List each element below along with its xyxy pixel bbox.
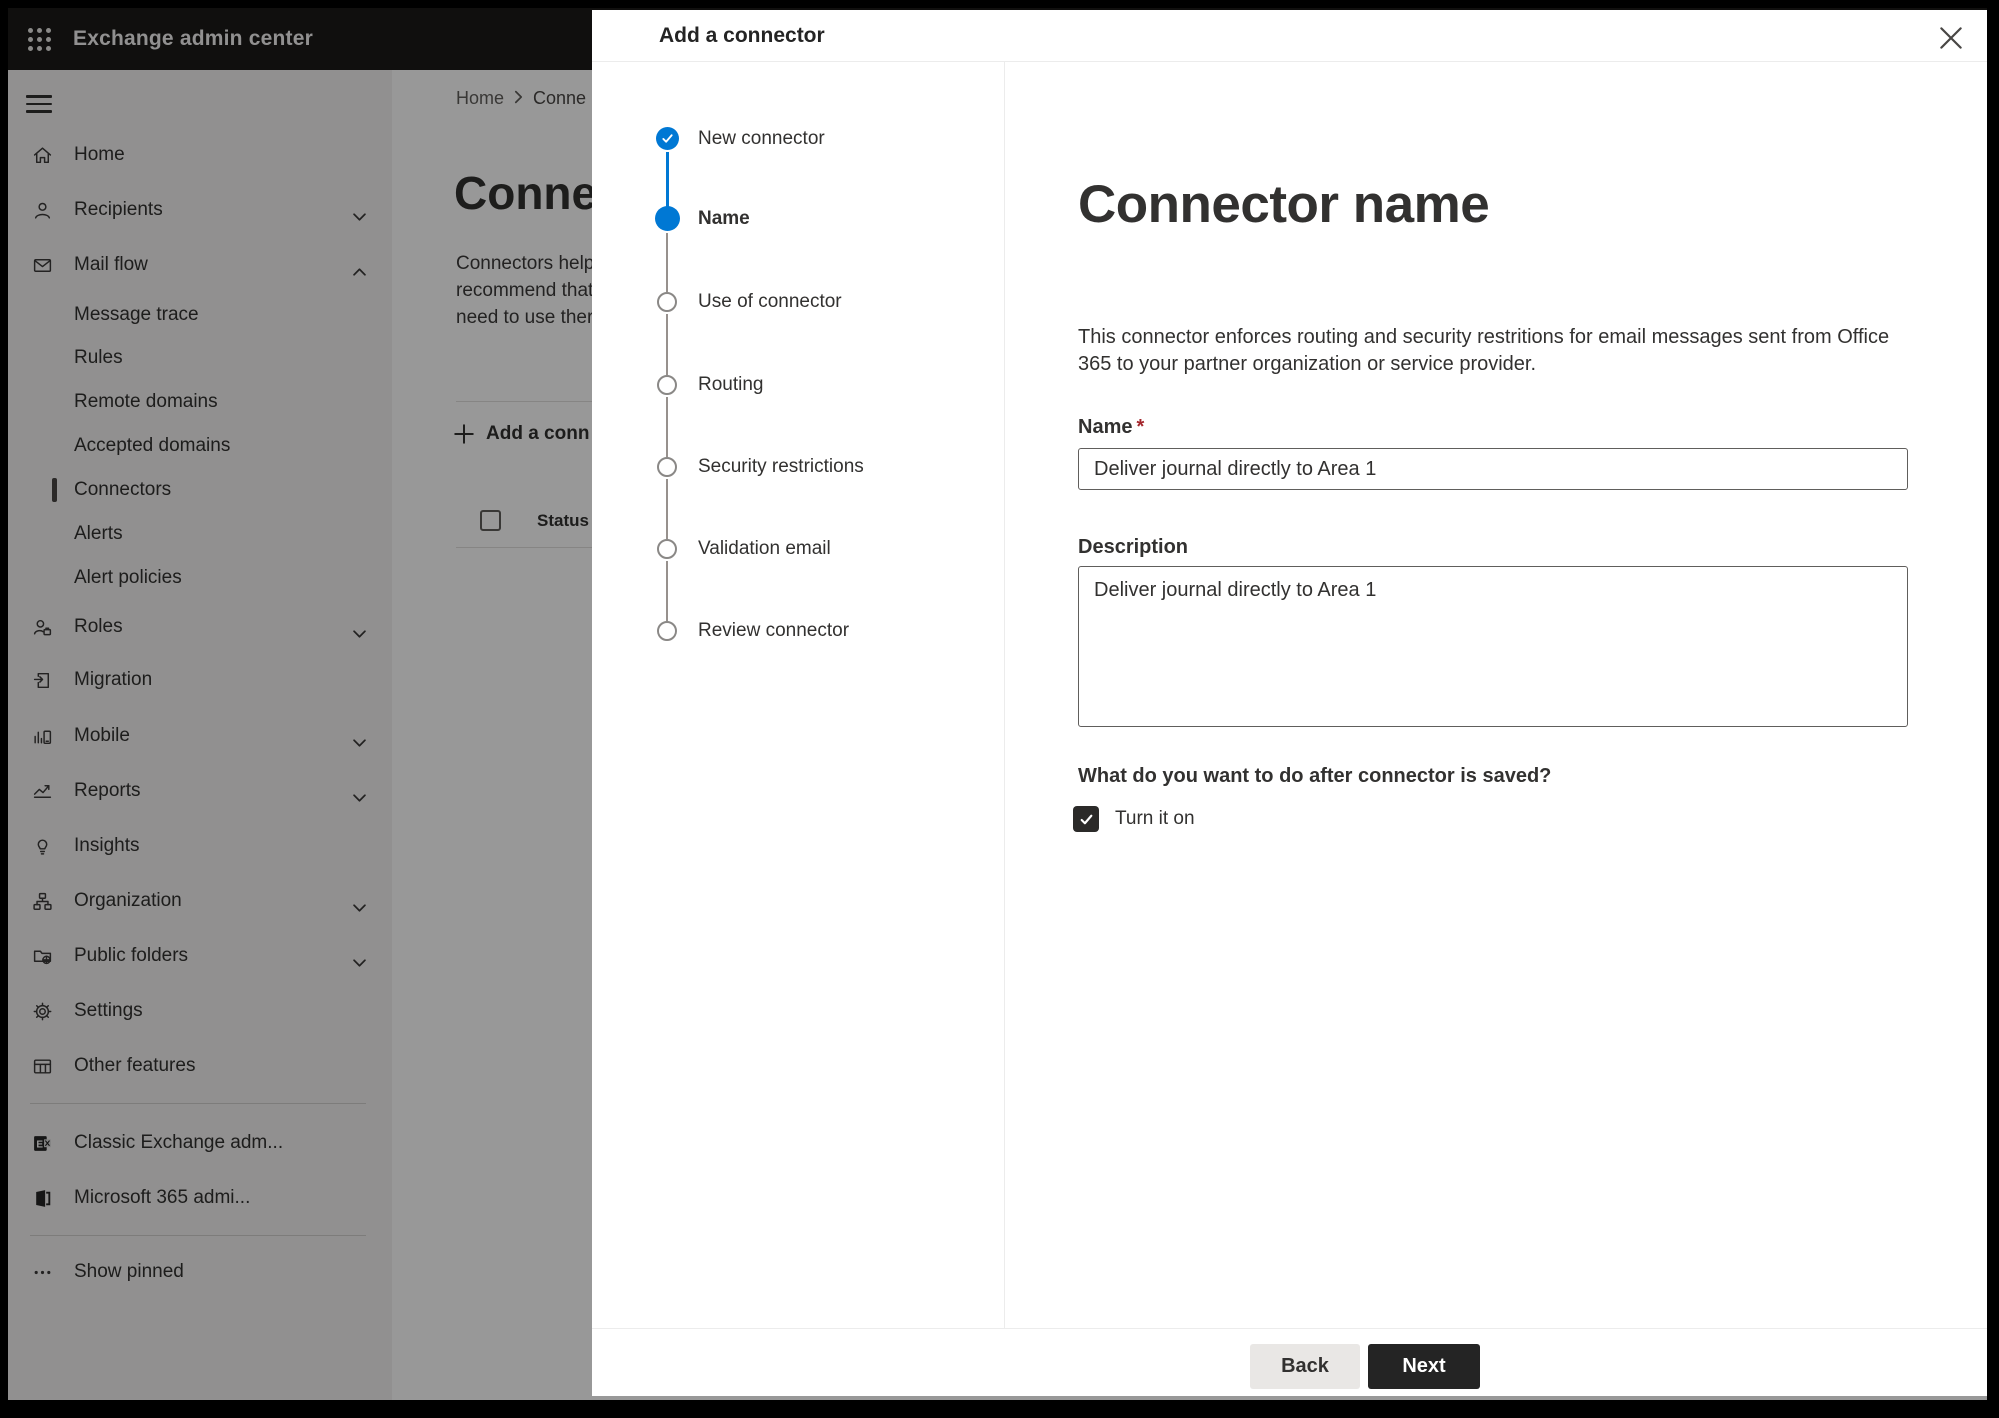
add-connector-dialog: Add a connector New connector Name Use o… bbox=[592, 10, 1987, 1396]
exchange-admin-window: Exchange admin center Home Recipients Ma… bbox=[8, 8, 1987, 1400]
wizard-stepper: New connector Name Use of connector Rout… bbox=[592, 62, 1005, 1328]
name-field-label: Name * bbox=[1078, 416, 1145, 438]
step-connector-line bbox=[666, 479, 668, 539]
dialog-footer: Back Next bbox=[592, 1328, 1987, 1396]
connector-description-textarea[interactable] bbox=[1078, 566, 1908, 727]
step-name[interactable]: Name bbox=[698, 206, 750, 232]
step-upcoming-icon bbox=[657, 292, 677, 312]
step-connector-line bbox=[666, 233, 668, 292]
close-button[interactable] bbox=[1935, 22, 1967, 54]
step-use-of-connector[interactable]: Use of connector bbox=[698, 289, 842, 315]
back-button[interactable]: Back bbox=[1250, 1344, 1360, 1389]
next-button[interactable]: Next bbox=[1368, 1344, 1480, 1389]
step-upcoming-icon bbox=[657, 621, 677, 641]
screen: Exchange admin center Home Recipients Ma… bbox=[0, 0, 1999, 1418]
dialog-content: Connector name This connector enforces r… bbox=[1005, 62, 1987, 1328]
dialog-body: New connector Name Use of connector Rout… bbox=[592, 62, 1987, 1328]
after-save-question: What do you want to do after connector i… bbox=[1078, 765, 1552, 787]
check-icon bbox=[1080, 814, 1092, 824]
step-new-connector[interactable]: New connector bbox=[698, 126, 825, 152]
step-upcoming-icon bbox=[657, 457, 677, 477]
checkbox-checked-icon[interactable] bbox=[1073, 806, 1099, 832]
checkbox-label: Turn it on bbox=[1115, 808, 1195, 829]
step-security-restrictions[interactable]: Security restrictions bbox=[698, 454, 864, 480]
step-upcoming-icon bbox=[657, 375, 677, 395]
step-current-icon bbox=[655, 206, 680, 231]
step-validation-email[interactable]: Validation email bbox=[698, 536, 831, 562]
check-icon bbox=[662, 134, 673, 143]
step-connector-line bbox=[666, 314, 668, 375]
step-upcoming-icon bbox=[657, 539, 677, 559]
turn-it-on-checkbox-row[interactable]: Turn it on bbox=[1073, 806, 1195, 832]
dialog-header: Add a connector bbox=[592, 10, 1987, 62]
step-complete-icon bbox=[656, 127, 679, 150]
required-asterisk: * bbox=[1136, 416, 1145, 438]
dialog-title: Add a connector bbox=[659, 23, 825, 47]
step-connector-line bbox=[666, 397, 668, 457]
close-icon bbox=[1940, 27, 1962, 49]
content-heading: Connector name bbox=[1078, 175, 1490, 234]
step-review-connector[interactable]: Review connector bbox=[698, 618, 849, 644]
content-description: This connector enforces routing and secu… bbox=[1078, 326, 1890, 375]
step-routing[interactable]: Routing bbox=[698, 372, 764, 398]
description-field-label: Description bbox=[1078, 536, 1189, 558]
connector-name-input[interactable] bbox=[1078, 448, 1908, 490]
step-connector-line bbox=[666, 561, 668, 621]
step-connector-line bbox=[665, 152, 669, 207]
